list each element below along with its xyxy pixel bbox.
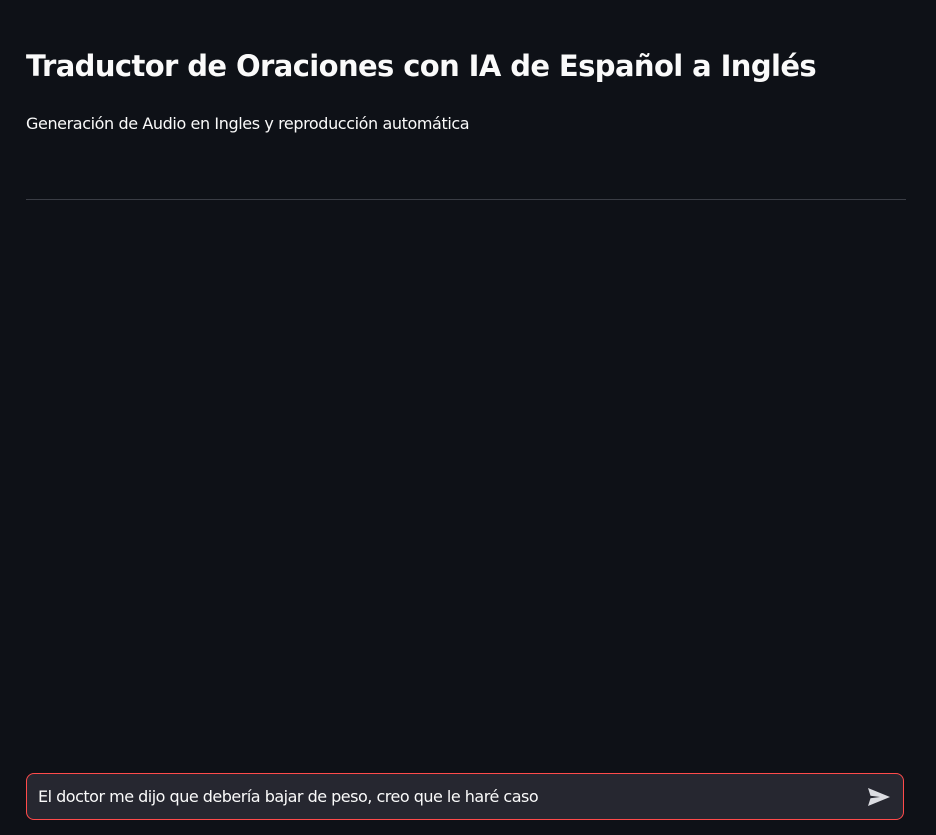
main-container: Traductor de Oraciones con IA de Español… [26, 0, 906, 835]
chat-input-container: El doctor me dijo que debería bajar de p… [26, 773, 904, 820]
page-title: Traductor de Oraciones con IA de Español… [26, 49, 817, 83]
page-subtitle: Generación de Audio en Ingles y reproduc… [26, 114, 470, 133]
chat-input[interactable]: El doctor me dijo que debería bajar de p… [27, 774, 855, 819]
divider [26, 199, 906, 200]
send-icon [868, 787, 890, 806]
send-button[interactable] [855, 774, 903, 819]
